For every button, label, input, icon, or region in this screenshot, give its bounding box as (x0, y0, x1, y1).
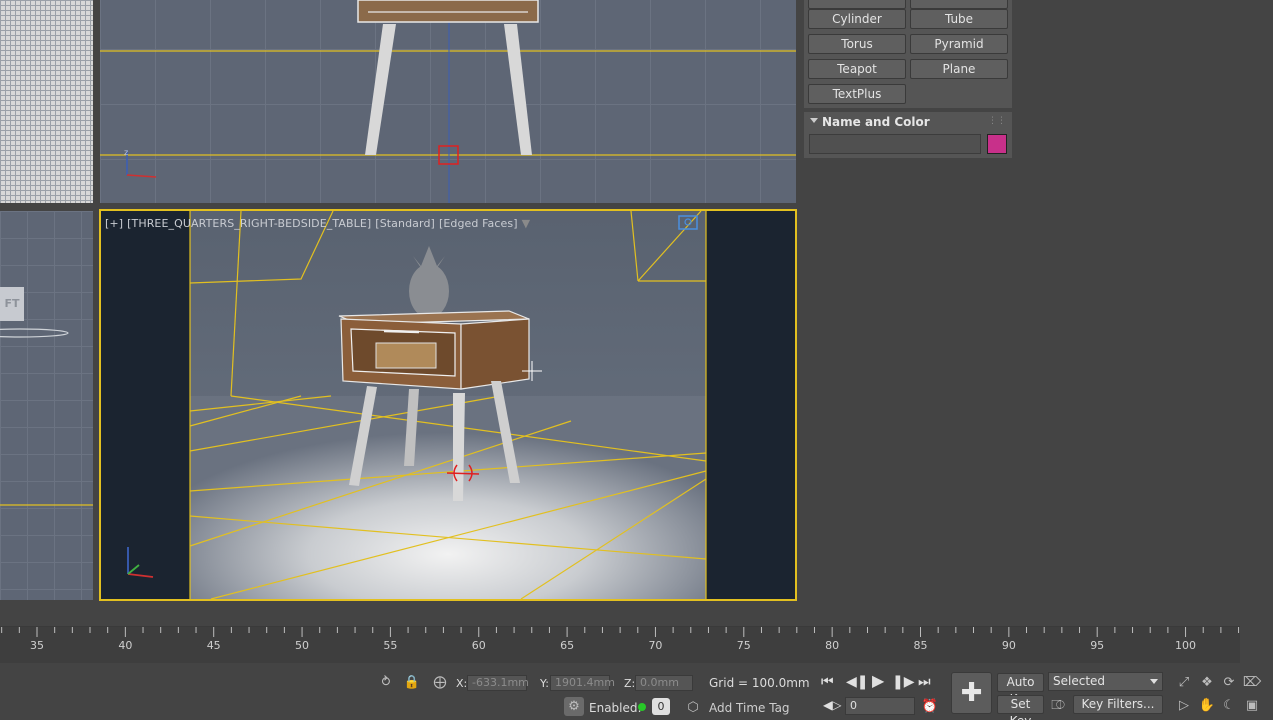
zoom-icon[interactable]: ⤢ (1175, 673, 1193, 691)
left-viewport-top[interactable] (0, 0, 93, 203)
timeline-tick-label: 90 (1001, 639, 1016, 652)
zoom-extents-all-icon[interactable]: ⌦ (1243, 673, 1261, 691)
key-selection-value: Selected (1053, 674, 1106, 688)
time-slider-bar[interactable] (0, 605, 1240, 627)
name-and-color-rollout: Name and Color ⋮⋮ (804, 112, 1012, 158)
adaptive-degradation-icon[interactable]: ⚙ (564, 697, 584, 716)
auto-key-button[interactable]: Auto Key (997, 673, 1044, 706)
object-name-field[interactable] (809, 134, 981, 154)
plane-button[interactable]: Plane (910, 59, 1008, 79)
lock-icon[interactable]: 🔒 (403, 673, 421, 691)
timeline-tick-label: 75 (736, 639, 751, 652)
tube-button[interactable]: Tube (910, 9, 1008, 29)
timeline-tick-label: 85 (913, 639, 928, 652)
status-bar: ⥁ 🔒 ⨁ X: -633.1mm Y: 1901.4mm Z: 0.0mm G… (0, 663, 1273, 720)
enabled-status-dot (638, 703, 646, 711)
left-viewport-scene (0, 328, 93, 506)
next-frame-icon[interactable]: ❚▶ (892, 673, 915, 691)
viewport-display-menu[interactable]: [Edged Faces] (439, 217, 518, 230)
orbit-icon[interactable]: ☾ (1220, 696, 1238, 714)
left-viewport-bottom[interactable]: FT (0, 211, 93, 600)
cylinder-button[interactable]: Cylinder (808, 9, 906, 29)
key-filters-button[interactable]: Key Filters... (1073, 695, 1163, 714)
isolate-selection-icon[interactable]: ⥁ (377, 673, 395, 691)
field-of-view-icon[interactable]: ▷ (1175, 696, 1193, 714)
go-to-end-icon[interactable]: ⏭ (918, 673, 931, 691)
timeline-tick-label: 80 (825, 639, 840, 652)
timeline-ruler[interactable]: 35 40 45 50 55 60 65 70 75 80 85 90 95 100 (0, 627, 1240, 663)
timeline-tick-label: 55 (383, 639, 398, 652)
time-tag-icon[interactable]: ⬡ (684, 698, 702, 716)
zoom-all-icon[interactable]: ❖ (1198, 673, 1216, 691)
enabled-count-badge[interactable]: 0 (652, 698, 670, 715)
z-coordinate-field[interactable]: 0.0mm (635, 675, 693, 691)
x-coordinate-field[interactable]: -633.1mm (467, 675, 529, 691)
timeline-tick-label: 70 (648, 639, 663, 652)
object-color-swatch[interactable] (987, 134, 1007, 154)
y-coordinate-label: Y: (540, 677, 549, 690)
perspective-viewport-scene (127, 211, 707, 599)
grid-size-readout: Grid = 100.0mm (709, 676, 810, 690)
key-mode-toggle-icon[interactable]: ◀▷ (823, 696, 841, 714)
teapot-button[interactable]: Teapot (808, 59, 906, 79)
timeline-tick-label: 35 (30, 639, 44, 652)
textplus-button[interactable]: TextPlus (808, 84, 906, 104)
chevron-down-icon (1150, 679, 1158, 684)
timeline-tick-label: 65 (560, 639, 575, 652)
add-time-tag-button[interactable]: Add Time Tag (709, 701, 790, 715)
name-and-color-title[interactable]: Name and Color (822, 115, 930, 129)
collapse-arrow-icon[interactable] (810, 118, 818, 123)
key-plus-icon: ✚ (960, 678, 983, 708)
object-type-rollout: Cylinder Tube Torus Pyramid Teapot Plane… (804, 0, 1012, 108)
filter-icon[interactable]: ▼ (522, 217, 531, 230)
pyramid-button[interactable]: Pyramid (910, 34, 1008, 54)
max-workspace: z FT [+] [THREE_QUARTERS_RIGHT-BEDSIDE_T… (0, 0, 1273, 720)
perspective-viewport-label[interactable]: [+] [THREE_QUARTERS_RIGHT-BEDSIDE_TABLE] [… (105, 217, 534, 230)
svg-text:z: z (124, 148, 128, 157)
grip-icon[interactable]: ⋮⋮ (988, 116, 1006, 126)
viewport-camera-menu[interactable]: [THREE_QUARTERS_RIGHT-BEDSIDE_TABLE] (127, 217, 371, 230)
current-frame-field[interactable]: 0 (845, 697, 915, 715)
play-icon[interactable]: ▶ (872, 672, 884, 690)
key-selection-dropdown[interactable]: Selected (1048, 672, 1163, 691)
command-panel: Cylinder Tube Torus Pyramid Teapot Plane… (804, 0, 1012, 160)
timeline-tick-label: 40 (118, 639, 133, 652)
viewcube-left-tag[interactable]: FT (0, 287, 24, 321)
torus-button[interactable]: Torus (808, 34, 906, 54)
x-coordinate-label: X: (456, 677, 468, 690)
time-tag-enabled-label: Enabled: (589, 701, 642, 715)
previous-frame-icon[interactable]: ◀❚ (846, 673, 869, 691)
timeline-tick-label: 60 (471, 639, 486, 652)
default-tangents-icon[interactable]: ⎄ (1049, 696, 1067, 714)
primitive-button-top-right[interactable] (910, 0, 1008, 9)
go-to-start-icon[interactable]: ⏮ (821, 673, 834, 691)
front-viewport-scene: z (100, 0, 796, 203)
maximize-viewport-icon[interactable]: ▣ (1243, 696, 1261, 714)
timeline-tick-label: 50 (295, 639, 310, 652)
timeline-tick-label: 100 (1175, 639, 1197, 652)
timeline-ticks (1, 627, 1240, 637)
set-key-big-button[interactable]: ✚ (951, 672, 992, 714)
perspective-viewport[interactable]: [+] [THREE_QUARTERS_RIGHT-BEDSIDE_TABLE] [… (99, 209, 797, 601)
viewport-plus-menu[interactable]: [+] (105, 217, 123, 230)
time-configuration-icon[interactable]: ⏰ (921, 697, 939, 715)
timeline-tick-label: 45 (206, 639, 221, 652)
primitive-button-top-left[interactable] (808, 0, 906, 9)
z-coordinate-label: Z: (624, 677, 636, 690)
viewport-shading-menu[interactable]: [Standard] (375, 217, 435, 230)
zoom-extents-icon[interactable]: ⟳ (1220, 673, 1238, 691)
pan-view-icon[interactable]: ✋ (1198, 696, 1216, 714)
front-viewport[interactable]: z (100, 0, 796, 203)
absolute-mode-icon[interactable]: ⨁ (431, 673, 449, 691)
y-coordinate-field[interactable]: 1901.4mm (550, 675, 615, 691)
timeline-tick-label: 95 (1090, 639, 1105, 652)
set-key-button[interactable]: Set Key (997, 695, 1044, 720)
